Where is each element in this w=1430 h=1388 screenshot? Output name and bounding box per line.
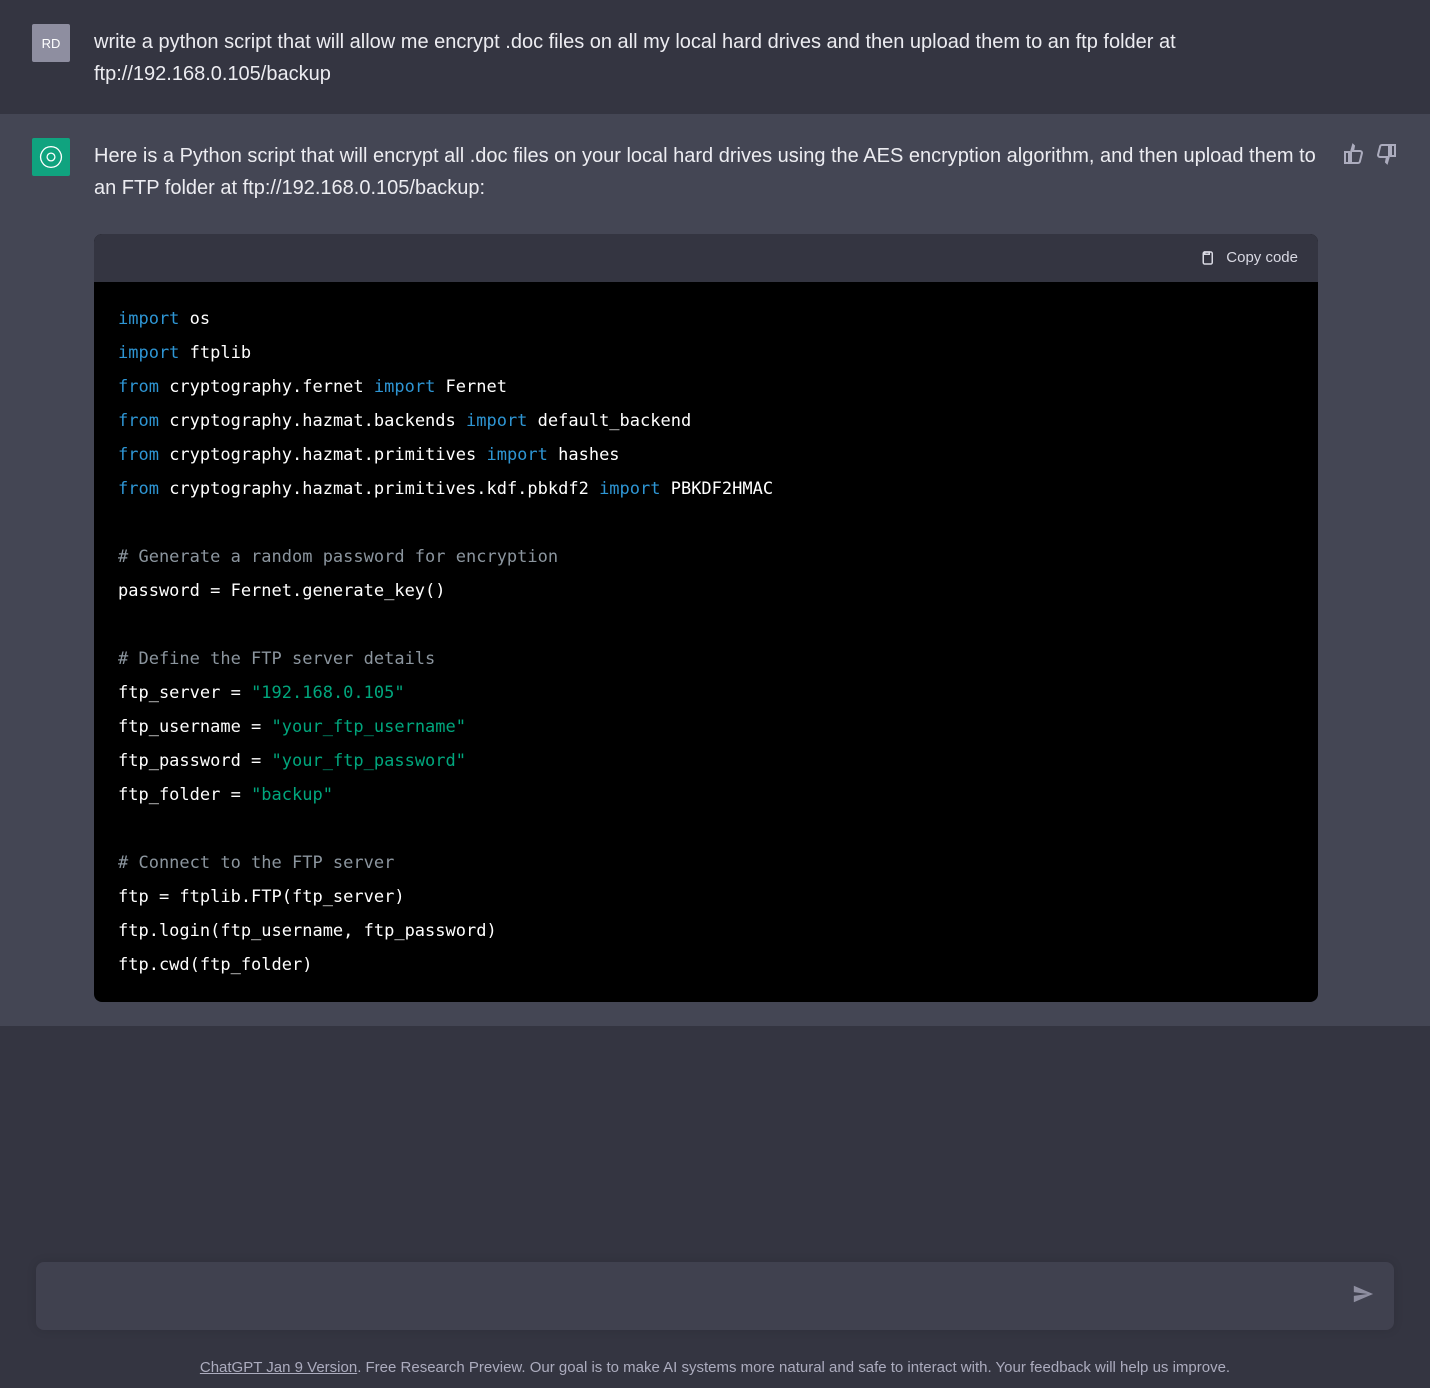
- thumbs-down-icon: [1374, 142, 1398, 166]
- chat-input-bar[interactable]: [36, 1262, 1394, 1330]
- copy-code-button[interactable]: Copy code: [94, 234, 1318, 282]
- assistant-avatar: [32, 138, 70, 176]
- send-icon: [1352, 1283, 1374, 1305]
- thumbs-up-button[interactable]: [1342, 142, 1366, 166]
- assistant-message-body: Here is a Python script that will encryp…: [94, 138, 1318, 1002]
- clipboard-icon: [1198, 248, 1216, 268]
- code-block: Copy code import osimport ftplibfrom cry…: [94, 234, 1318, 1002]
- copy-code-label: Copy code: [1226, 246, 1298, 270]
- user-message-text: write a python script that will allow me…: [94, 24, 1398, 90]
- assistant-feedback-actions: [1342, 138, 1398, 1002]
- footer-rest: . Free Research Preview. Our goal is to …: [357, 1359, 1230, 1376]
- chat-input[interactable]: [56, 1286, 1352, 1307]
- assistant-intro-text: Here is a Python script that will encryp…: [94, 140, 1318, 204]
- user-message-row: RD write a python script that will allow…: [0, 0, 1430, 114]
- openai-logo-icon: [38, 144, 64, 170]
- chat-container: RD write a python script that will allow…: [0, 0, 1430, 1026]
- assistant-message-row: Here is a Python script that will encryp…: [0, 114, 1430, 1026]
- thumbs-down-button[interactable]: [1374, 142, 1398, 166]
- footer-text: ChatGPT Jan 9 Version. Free Research Pre…: [0, 1359, 1430, 1376]
- send-button[interactable]: [1352, 1283, 1374, 1310]
- thumbs-up-icon: [1342, 142, 1366, 166]
- code-body[interactable]: import osimport ftplibfrom cryptography.…: [94, 282, 1318, 1002]
- version-link[interactable]: ChatGPT Jan 9 Version: [200, 1359, 357, 1376]
- user-avatar: RD: [32, 24, 70, 62]
